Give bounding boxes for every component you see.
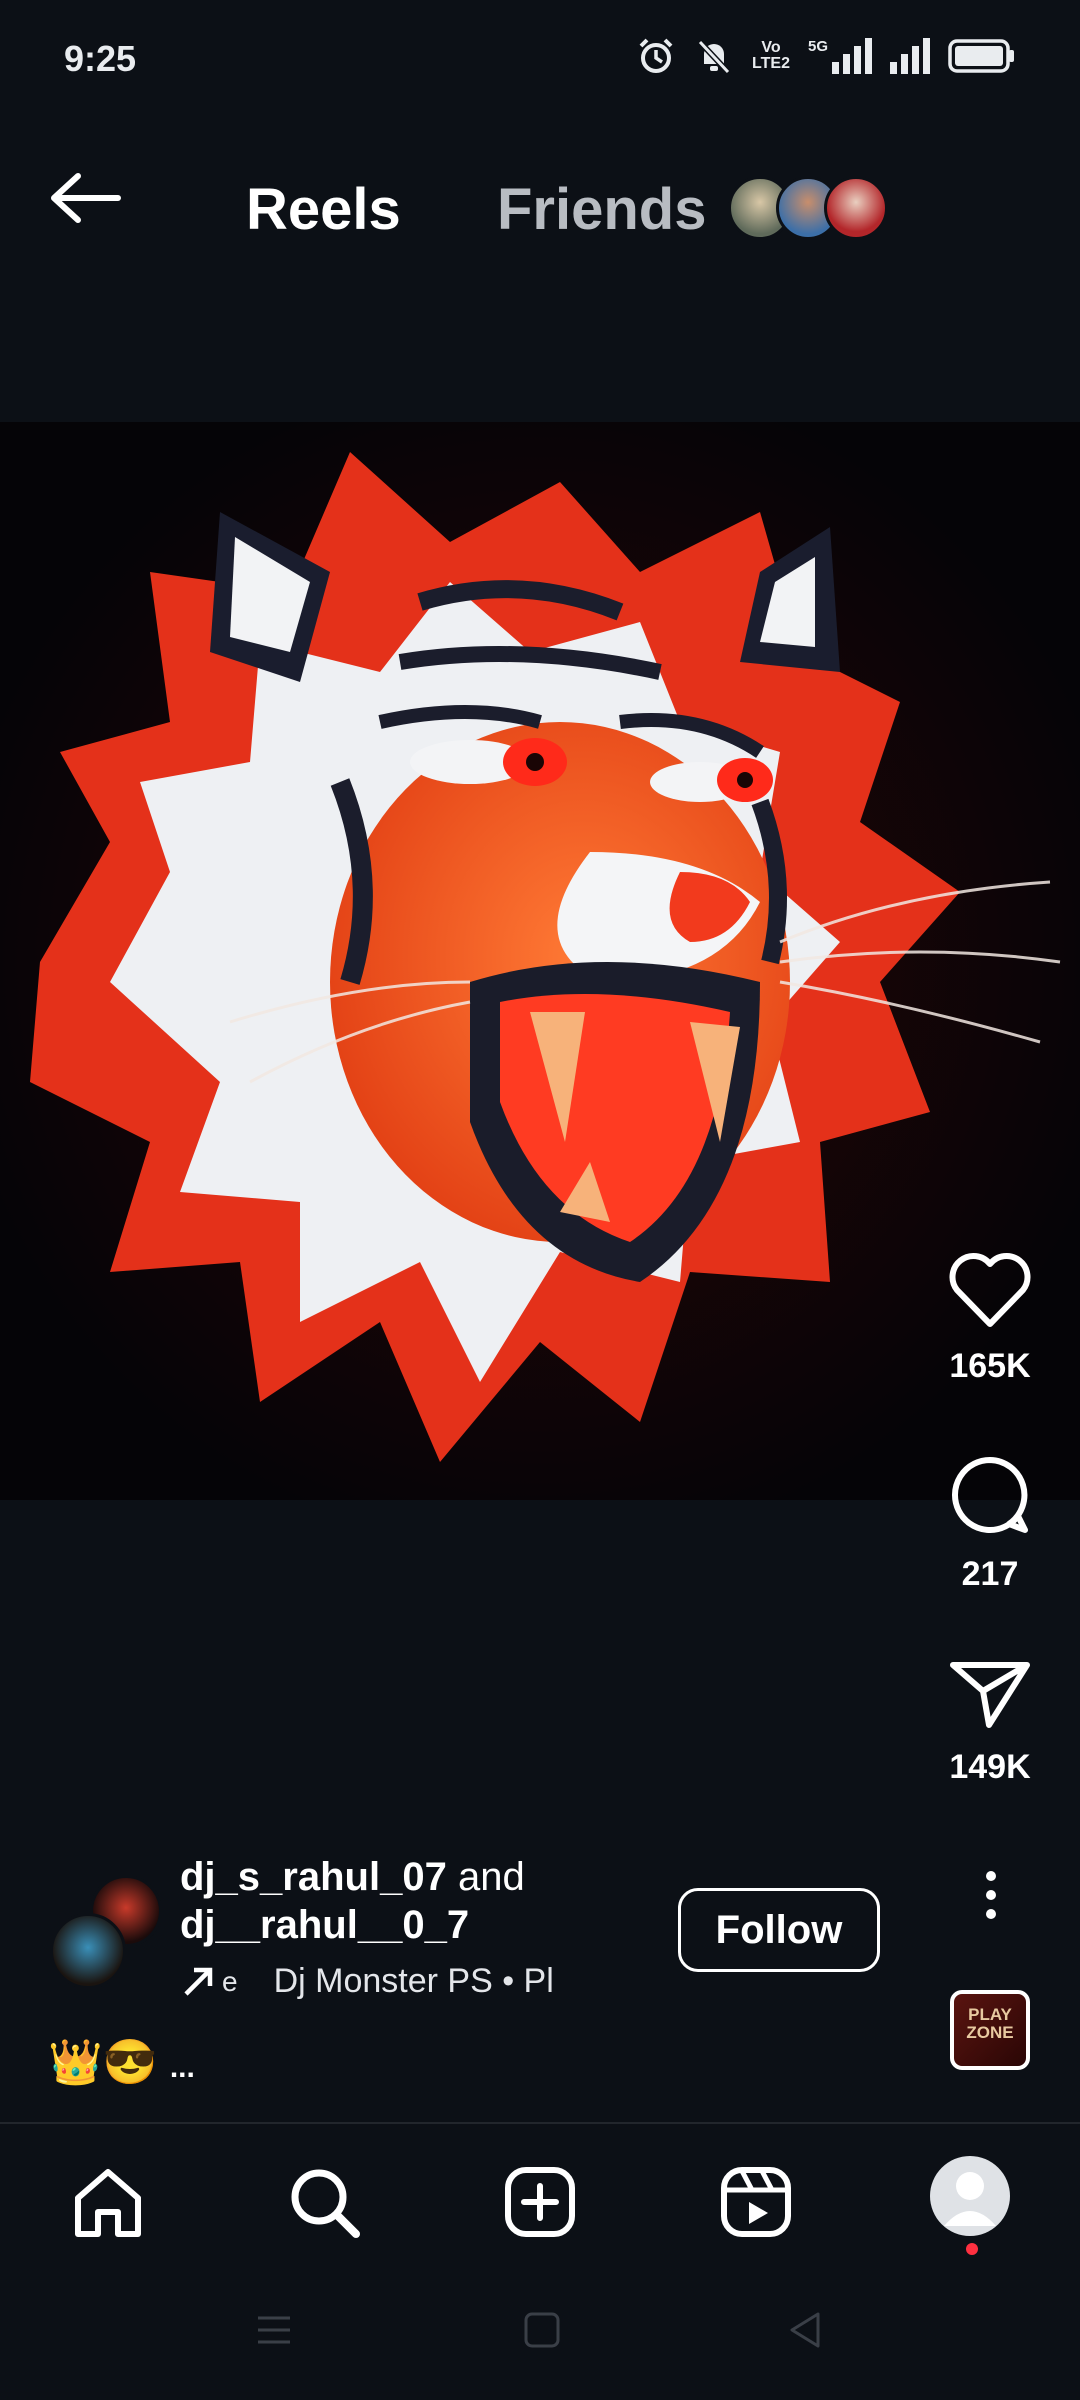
author-username-2[interactable]: dj__rahul__0_7 xyxy=(180,1903,469,1948)
triangle-back-icon xyxy=(790,2312,820,2348)
menu-icon xyxy=(258,2316,290,2344)
nav-profile-button[interactable] xyxy=(930,2156,1010,2236)
author-avatar xyxy=(50,1913,126,1989)
status-icons: Vo LTE2 5G xyxy=(636,36,1016,76)
mute-bell-icon xyxy=(697,39,731,75)
caption-emojis: 👑😎 xyxy=(48,2038,158,2087)
nav-reels-button[interactable] xyxy=(716,2162,796,2242)
friend-avatar xyxy=(824,176,888,240)
tab-friends[interactable]: Friends xyxy=(497,176,707,243)
like-count: 165K xyxy=(949,1347,1031,1385)
battery-icon xyxy=(948,39,1014,73)
comment-bubble-icon[interactable] xyxy=(947,1452,1033,1538)
comment-action[interactable]: 217 xyxy=(930,1452,1050,1594)
heart-icon[interactable] xyxy=(947,1250,1033,1330)
audio-title: Dj Monster PS • Pl xyxy=(273,1962,554,2000)
reels-icon xyxy=(721,2167,791,2237)
author-names[interactable]: dj_s_rahul_07 and xyxy=(180,1855,525,1900)
comment-count: 217 xyxy=(961,1555,1019,1593)
vertical-dots-icon xyxy=(986,1871,996,1919)
reel-media[interactable] xyxy=(0,422,1080,1500)
share-action[interactable]: 149K xyxy=(930,1655,1050,1787)
trending-arrow-icon xyxy=(184,1967,213,1996)
signal-icon xyxy=(890,38,930,74)
author-username-1[interactable]: dj_s_rahul_07 xyxy=(180,1855,447,1899)
tab-reels[interactable]: Reels xyxy=(246,176,401,243)
home-icon xyxy=(75,2169,141,2237)
back-button[interactable] xyxy=(46,168,126,228)
audio-prefix: e xyxy=(222,1965,238,1997)
share-count: 149K xyxy=(949,1748,1031,1786)
search-icon xyxy=(291,2169,360,2238)
tiger-illustration xyxy=(0,422,1080,1500)
arrow-left-icon xyxy=(51,173,121,223)
system-menu-button[interactable] xyxy=(254,2310,294,2350)
alarm-icon xyxy=(639,38,673,73)
system-back-button[interactable] xyxy=(786,2310,826,2350)
signal-5g-icon: 5G xyxy=(808,38,872,74)
profile-avatar xyxy=(944,2172,996,2226)
square-icon xyxy=(524,2312,560,2348)
volte-label: Vo LTE2 xyxy=(752,39,790,72)
audio-thumbnail[interactable]: PLAY ZONE xyxy=(950,1990,1030,2070)
nav-search-button[interactable] xyxy=(284,2162,364,2242)
author-connector: and xyxy=(457,1855,525,1899)
status-time: 9:25 xyxy=(64,38,137,79)
like-action[interactable]: 165K xyxy=(930,1250,1050,1386)
more-options-button[interactable] xyxy=(975,1870,1007,1920)
nav-create-button[interactable] xyxy=(500,2162,580,2242)
friend-avatars[interactable] xyxy=(728,176,888,240)
paper-plane-icon[interactable] xyxy=(947,1655,1033,1731)
plus-square-icon xyxy=(505,2167,575,2237)
notification-dot xyxy=(966,2243,978,2255)
nav-home-button[interactable] xyxy=(68,2162,148,2242)
audio-info[interactable]: e Dj Monster PS • Pl xyxy=(180,1962,554,2001)
author-avatars[interactable] xyxy=(50,1875,162,1989)
follow-button[interactable]: Follow xyxy=(678,1888,880,1972)
system-home-button[interactable] xyxy=(522,2310,562,2350)
caption[interactable]: 👑😎 ... xyxy=(48,2036,195,2088)
caption-more[interactable]: ... xyxy=(170,2051,195,2084)
